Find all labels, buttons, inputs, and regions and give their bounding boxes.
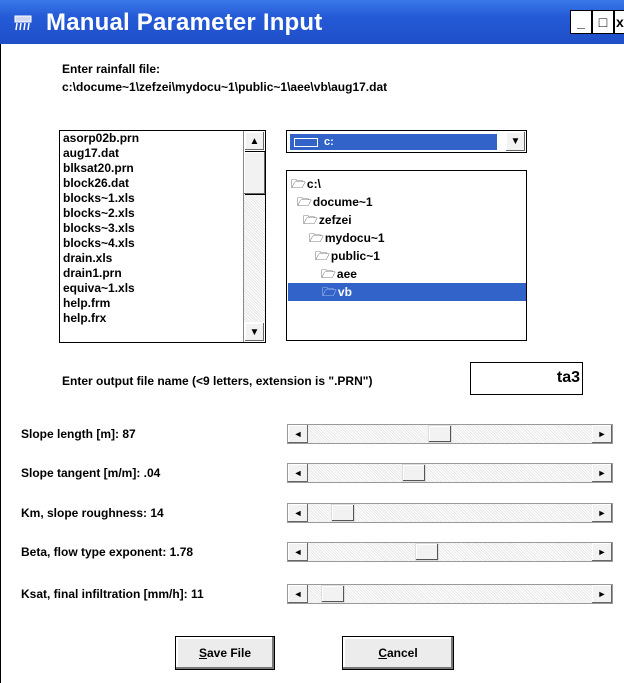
directory-item[interactable]: 🗁vb: [288, 283, 526, 301]
scroll-right-icon[interactable]: ►: [592, 585, 612, 603]
scroll-up-icon[interactable]: ▲: [244, 131, 265, 151]
list-item[interactable]: blocks~2.xls: [60, 206, 265, 221]
file-list-scrollbar[interactable]: ▲ ▼: [243, 131, 265, 342]
scroll-down-icon[interactable]: ▼: [244, 322, 265, 342]
folder-icon: 🗁: [321, 267, 336, 281]
list-item[interactable]: block26.dat: [60, 176, 265, 191]
rainfall-prompt: Enter rainfall file:: [62, 62, 161, 76]
folder-icon: 🗁: [309, 231, 324, 245]
directory-item[interactable]: 🗁aee: [321, 265, 357, 283]
directory-label: public~1: [330, 249, 380, 263]
title-bar[interactable]: Manual Parameter Input _ □ x: [0, 0, 624, 44]
scroll-right-icon[interactable]: ►: [592, 464, 612, 482]
maximize-button[interactable]: □: [592, 10, 614, 34]
directory-item[interactable]: 🗁c:\: [291, 175, 321, 193]
list-item[interactable]: drain.xls: [60, 251, 265, 266]
scroll-right-icon[interactable]: ►: [592, 504, 612, 522]
param-slider[interactable]: ◄ ►: [287, 542, 613, 562]
list-item[interactable]: aug17.dat: [60, 146, 265, 161]
slider-thumb[interactable]: [428, 425, 452, 443]
param-label: Slope length [m]: 87: [21, 427, 136, 441]
directory-label: docume~1: [312, 195, 373, 209]
window-title: Manual Parameter Input: [46, 9, 323, 36]
directory-item[interactable]: 🗁mydocu~1: [309, 229, 385, 247]
folder-icon: 🗁: [322, 285, 337, 299]
slider-thumb[interactable]: [321, 585, 345, 603]
cancel-mnemonic: C: [378, 646, 387, 660]
list-item[interactable]: equiva~1.xls: [60, 281, 265, 296]
list-item[interactable]: blksat20.prn: [60, 161, 265, 176]
directory-label: mydocu~1: [324, 231, 385, 245]
close-button[interactable]: x: [614, 10, 624, 34]
directory-label: vb: [337, 285, 352, 299]
scroll-left-icon[interactable]: ◄: [288, 543, 308, 561]
param-label: Km, slope roughness: 14: [21, 506, 164, 520]
param-slider[interactable]: ◄ ►: [287, 463, 613, 483]
param-label: Ksat, final infiltration [mm/h]: 11: [21, 587, 204, 601]
folder-icon: 🗁: [303, 213, 318, 227]
directory-label: c:\: [306, 177, 321, 191]
list-item[interactable]: help.frx: [60, 311, 265, 326]
param-label: Beta, flow type exponent: 1.78: [21, 545, 194, 559]
directory-item[interactable]: 🗁docume~1: [297, 193, 373, 211]
list-item[interactable]: blocks~1.xls: [60, 191, 265, 206]
cancel-label: ancel: [386, 646, 418, 660]
scroll-left-icon[interactable]: ◄: [288, 504, 308, 522]
folder-icon: 🗁: [297, 195, 312, 209]
output-prompt: Enter output file name (<9 letters, exte…: [62, 374, 373, 388]
param-slider[interactable]: ◄ ►: [287, 503, 613, 523]
list-item[interactable]: blocks~4.xls: [60, 236, 265, 251]
list-item[interactable]: help.frm: [60, 296, 265, 311]
list-item[interactable]: drain1.prn: [60, 266, 265, 281]
slider-thumb[interactable]: [415, 543, 439, 561]
output-file-input[interactable]: ta3: [470, 362, 583, 395]
param-slider[interactable]: ◄ ►: [287, 584, 613, 604]
rainfall-path: c:\docume~1\zefzei\mydocu~1\public~1\aee…: [62, 80, 388, 94]
list-item[interactable]: asorp02b.prn: [60, 131, 265, 146]
directory-item[interactable]: 🗁zefzei: [303, 211, 352, 229]
chevron-down-icon[interactable]: ▼: [506, 132, 525, 151]
directory-item[interactable]: 🗁public~1: [315, 247, 380, 265]
scroll-right-icon[interactable]: ►: [592, 543, 612, 561]
folder-icon: 🗁: [315, 249, 330, 263]
minimize-button[interactable]: _: [570, 10, 592, 34]
save-mnemonic: S: [198, 646, 207, 660]
directory-label: aee: [336, 267, 357, 281]
scroll-left-icon[interactable]: ◄: [288, 425, 308, 443]
drive-icon: [294, 138, 318, 147]
app-icon: [14, 15, 32, 31]
drive-select[interactable]: c: ▼: [286, 130, 527, 153]
save-file-button[interactable]: Save File: [175, 636, 275, 670]
scroll-thumb[interactable]: [244, 152, 265, 194]
scroll-left-icon[interactable]: ◄: [288, 464, 308, 482]
slider-thumb[interactable]: [331, 504, 355, 522]
drive-selected: c:: [290, 134, 497, 150]
cancel-button[interactable]: Cancel: [342, 636, 454, 670]
list-item[interactable]: blocks~3.xls: [60, 221, 265, 236]
slider-thumb[interactable]: [402, 464, 426, 482]
directory-label: zefzei: [318, 213, 352, 227]
param-slider[interactable]: ◄ ►: [287, 424, 613, 444]
scroll-left-icon[interactable]: ◄: [288, 585, 308, 603]
save-label: ave File: [206, 646, 252, 660]
directory-list[interactable]: 🗁c:\ 🗁docume~1 🗁zefzei 🗁mydocu~1 🗁public~1 🗁a…: [286, 170, 527, 341]
param-label: Slope tangent [m/m]: .04: [21, 466, 161, 480]
file-list[interactable]: asorp02b.prn aug17.dat blksat20.prn block26…: [59, 130, 266, 343]
scroll-right-icon[interactable]: ►: [592, 425, 612, 443]
folder-icon: 🗁: [291, 177, 306, 191]
